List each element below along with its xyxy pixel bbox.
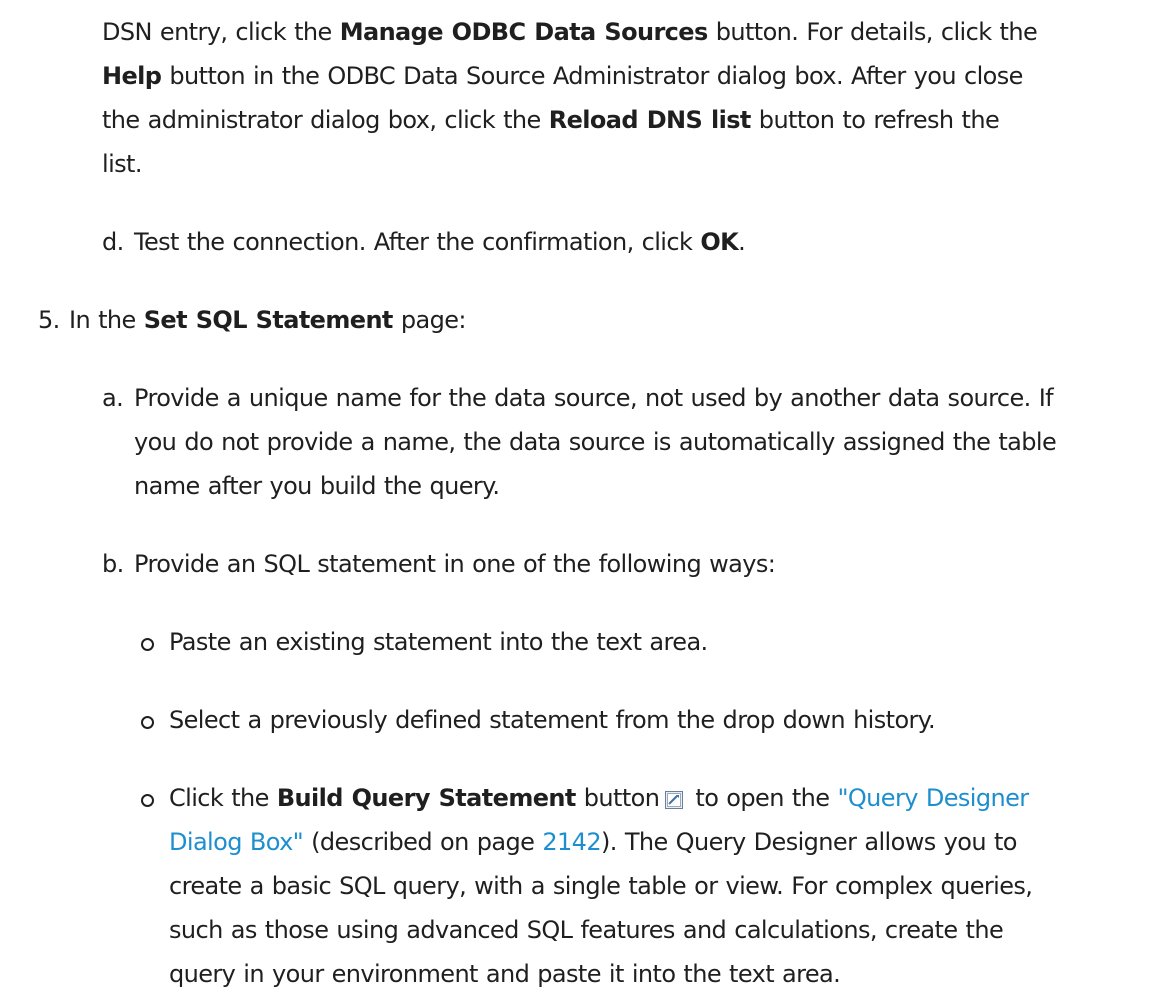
text: Test the connection. After the confirmat… (134, 228, 701, 256)
bullet-3-line-2: Dialog Box" (described on page 2142). Th… (169, 822, 1017, 862)
text: (described on page (303, 828, 543, 856)
bullet-1-text: Paste an existing statement into the tex… (169, 628, 708, 656)
item-a-line-2: you do not provide a name, the data sour… (134, 428, 1057, 456)
bullet-2-text: Select a previously defined statement fr… (169, 706, 936, 734)
text: button (575, 784, 660, 812)
build-query-label: Build Query Statement (276, 784, 577, 812)
text: . (738, 228, 746, 256)
bullet-marker (141, 638, 154, 651)
text: button to refresh the (750, 106, 1000, 134)
ok-label: OK (700, 228, 739, 256)
text: button. For details, click the (707, 18, 1038, 46)
list-marker-a: a. (102, 384, 124, 412)
bullet-3-line-3: create a basic SQL query, with a single … (169, 872, 1033, 900)
text: DSN entry, click the (102, 18, 340, 46)
para-c-line-4: list. (102, 144, 142, 184)
bullet-3-line-4: such as those using advanced SQL feature… (169, 916, 1004, 944)
item-b-text: Provide an SQL statement in one of the f… (134, 550, 776, 578)
item-d-text: Test the connection. After the confirmat… (134, 222, 746, 262)
item-a-line-1: Provide a unique name for the data sourc… (134, 384, 1054, 412)
para-c-line-3: the administrator dialog box, click the … (102, 100, 1000, 140)
query-designer-link[interactable]: "Query Designer (837, 784, 1029, 812)
text: the administrator dialog box, click the (102, 106, 549, 134)
item-a-line-3: name after you build the query. (134, 472, 500, 500)
text: button in the ODBC Data Source Administr… (161, 62, 1023, 90)
manage-odbc-label: Manage ODBC Data Sources (339, 18, 709, 46)
query-designer-link-cont[interactable]: Dialog Box" (169, 828, 304, 856)
para-c-line-1: DSN entry, click the Manage ODBC Data So… (102, 12, 1038, 52)
build-query-icon (665, 781, 684, 809)
bullet-marker (141, 794, 154, 807)
set-sql-label: Set SQL Statement (143, 306, 394, 334)
text: to open the (687, 784, 838, 812)
text: page: (392, 306, 467, 334)
bullet-3-line-5: query in your environment and paste it i… (169, 960, 841, 988)
reload-dns-label: Reload DNS list (548, 106, 752, 134)
page-link[interactable]: 2142 (542, 828, 601, 856)
list-marker-b: b. (102, 550, 124, 578)
para-c-line-2: Help button in the ODBC Data Source Admi… (102, 56, 1023, 96)
document-page: DSN entry, click the Manage ODBC Data So… (0, 0, 1159, 988)
step5-text: In the Set SQL Statement page: (69, 300, 466, 340)
list-marker-5: 5. (38, 306, 60, 334)
text: ). The Query Designer allows you to (601, 828, 1017, 856)
text: In the (69, 306, 144, 334)
bullet-marker (141, 716, 154, 729)
list-marker-d: d. (102, 228, 124, 256)
text: list. (102, 150, 142, 178)
text: Click the (169, 784, 277, 812)
help-label: Help (102, 62, 162, 90)
bullet-3-line-1: Click the Build Query Statement button t… (169, 778, 1029, 818)
